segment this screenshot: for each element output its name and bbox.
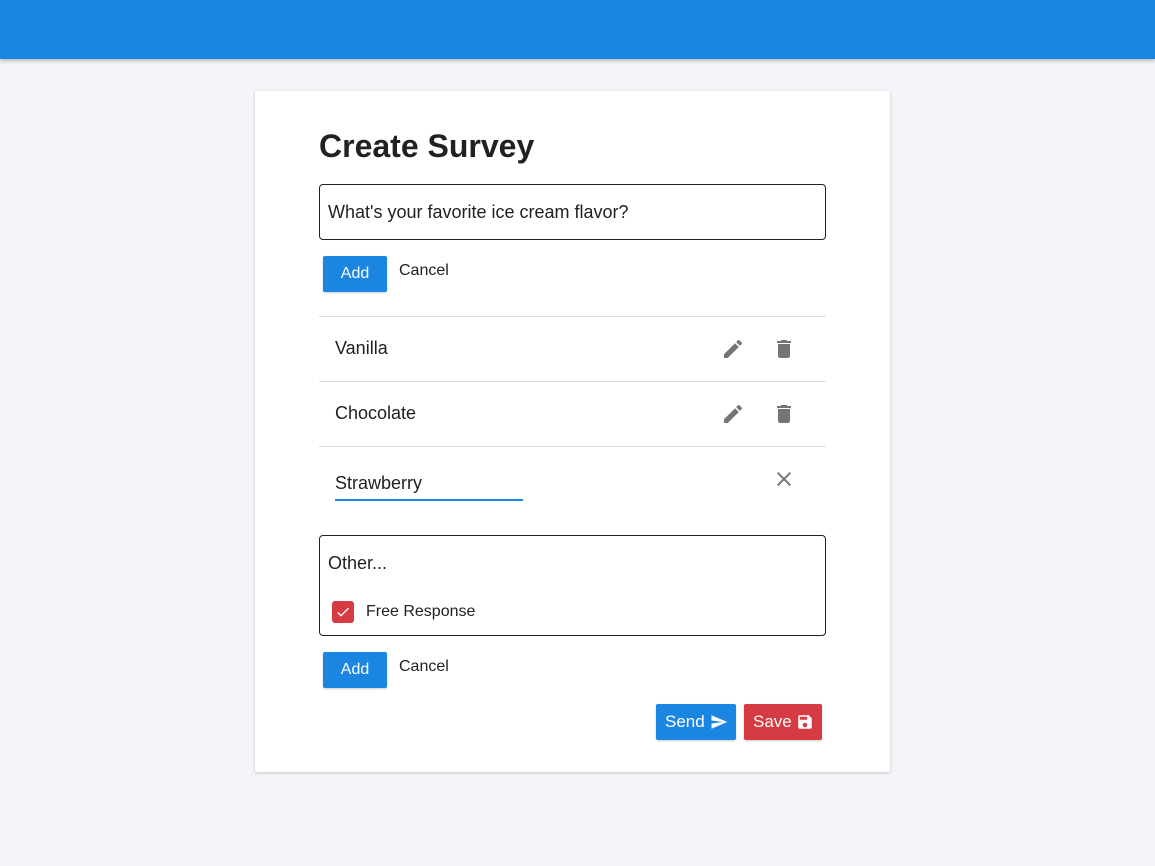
checkbox-checked-icon[interactable] bbox=[332, 601, 354, 623]
free-response-label: Free Response bbox=[366, 603, 476, 620]
option-edit-row bbox=[319, 447, 826, 511]
other-option-input[interactable] bbox=[328, 550, 808, 576]
cancel-question-button[interactable]: Cancel bbox=[399, 261, 449, 281]
close-icon[interactable] bbox=[770, 465, 798, 493]
save-label: Save bbox=[753, 712, 792, 731]
add-question-button[interactable]: Add bbox=[323, 256, 387, 292]
send-icon bbox=[711, 715, 728, 729]
question-field[interactable] bbox=[319, 184, 826, 240]
delete-icon[interactable] bbox=[770, 335, 798, 363]
survey-card: Create Survey Add Cancel Vanilla Chocola… bbox=[255, 91, 890, 772]
send-label: Send bbox=[665, 712, 705, 731]
save-button[interactable]: Save bbox=[744, 704, 822, 740]
option-label: Vanilla bbox=[335, 338, 388, 358]
edit-icon[interactable] bbox=[719, 335, 747, 363]
send-button[interactable]: Send bbox=[656, 704, 736, 740]
page-title: Create Survey bbox=[319, 128, 535, 164]
other-option-field: Free Response bbox=[319, 535, 826, 636]
app-bar bbox=[0, 0, 1155, 59]
cancel-other-button[interactable]: Cancel bbox=[399, 657, 449, 677]
save-icon bbox=[798, 715, 812, 729]
option-row-vanilla: Vanilla bbox=[319, 317, 826, 381]
edit-icon[interactable] bbox=[719, 400, 747, 428]
question-input[interactable] bbox=[328, 185, 818, 239]
delete-icon[interactable] bbox=[770, 400, 798, 428]
add-other-button[interactable]: Add bbox=[323, 652, 387, 688]
option-label: Chocolate bbox=[335, 403, 417, 423]
option-row-chocolate: Chocolate bbox=[319, 382, 826, 446]
option-edit-input[interactable] bbox=[335, 467, 523, 501]
